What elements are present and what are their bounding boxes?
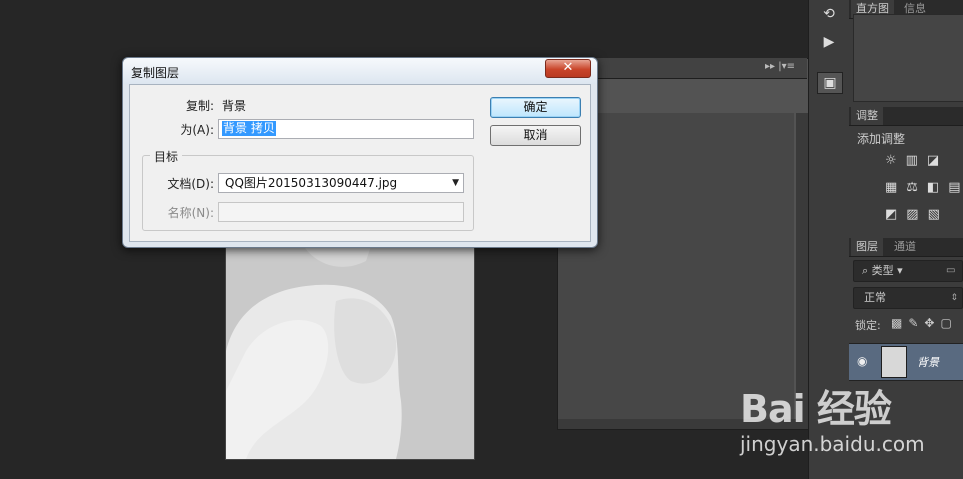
baidu-watermark: Bai 经验 jingyan.baidu.com: [740, 378, 960, 458]
blend-mode-select[interactable]: 正常 ⇕: [853, 287, 963, 309]
image-filter-icon[interactable]: ▭: [946, 261, 955, 281]
vertical-scrollbar[interactable]: [796, 113, 808, 421]
dialog-title: 复制图层: [131, 66, 180, 80]
dialog-client: 复制: 背景 为(A): 背景 拷贝 目标 文档(D): QQ图片2015031…: [129, 84, 591, 242]
document-select[interactable]: QQ图片20150313090447.jpg ▼: [218, 173, 464, 193]
filter-kind-label: 类型: [871, 264, 894, 277]
play-icon[interactable]: ▶: [817, 32, 841, 52]
dropdown-arrow-icon: ▼: [452, 178, 459, 188]
name-input[interactable]: [218, 202, 464, 222]
as-label: 为(A):: [180, 123, 214, 137]
histogram-body: [853, 14, 963, 102]
panel-menu-icon[interactable]: ▸▸ |▾≡: [765, 61, 795, 72]
name-label: 名称(N):: [167, 206, 214, 220]
ok-button[interactable]: 确定: [490, 97, 581, 118]
layer-row-background[interactable]: ◉ 背景: [849, 343, 963, 381]
tab-adjustments[interactable]: 调整: [851, 107, 883, 125]
target-group-legend: 目标: [150, 148, 183, 165]
dialog-titlebar[interactable]: 复制图层 ✕: [123, 58, 597, 84]
close-icon: ✕: [562, 60, 574, 75]
adjustment-icons-row-1[interactable]: ☼▥◪: [885, 153, 948, 168]
watermark-url: jingyan.baidu.com: [740, 432, 925, 456]
add-adjustment-label: 添加调整: [857, 132, 906, 146]
blend-mode-value: 正常: [864, 291, 886, 304]
tab-channels[interactable]: 通道: [889, 238, 921, 256]
search-icon: ⌕: [862, 264, 872, 277]
watermark-brand: Bai 经验: [740, 387, 892, 431]
dropdown-arrow-icon: ⇕: [950, 293, 958, 303]
document-label: 文档(D):: [167, 177, 214, 191]
copy-label: 复制:: [185, 99, 214, 113]
layers-panel-head: 图层 通道: [849, 238, 963, 257]
layer-filter-select[interactable]: ⌕ 类型 ▾ ▭: [853, 260, 963, 282]
copy-value: 背景: [222, 99, 247, 113]
adjustment-icons-row-3[interactable]: ◩▨▧: [885, 207, 949, 222]
tab-layers[interactable]: 图层: [851, 238, 883, 256]
history-icon[interactable]: ⟲: [817, 4, 841, 24]
layer-thumbnail: [881, 346, 907, 378]
properties-icon[interactable]: ▣: [817, 72, 843, 94]
lock-label: 锁定:: [855, 319, 881, 332]
lock-icons[interactable]: ▩✎✥▢: [891, 316, 958, 330]
adjustment-icons-row-2[interactable]: ▦⚖◧▤: [885, 180, 963, 195]
torso-photo: [226, 231, 474, 459]
layer-name: 背景: [917, 356, 939, 369]
cancel-button[interactable]: 取消: [490, 125, 581, 146]
document-select-value: QQ图片20150313090447.jpg: [225, 176, 398, 190]
eye-icon[interactable]: ◉: [857, 354, 867, 368]
as-input[interactable]: 背景 拷贝: [218, 119, 474, 139]
as-input-value: 背景 拷贝: [222, 121, 276, 136]
document-image: [225, 230, 475, 460]
adjustments-panel-head: 调整: [849, 107, 963, 126]
duplicate-layer-dialog: 复制图层 ✕ 复制: 背景 为(A): 背景 拷贝 目标 文档(D): QQ图片…: [122, 57, 598, 248]
close-button[interactable]: ✕: [545, 59, 591, 78]
